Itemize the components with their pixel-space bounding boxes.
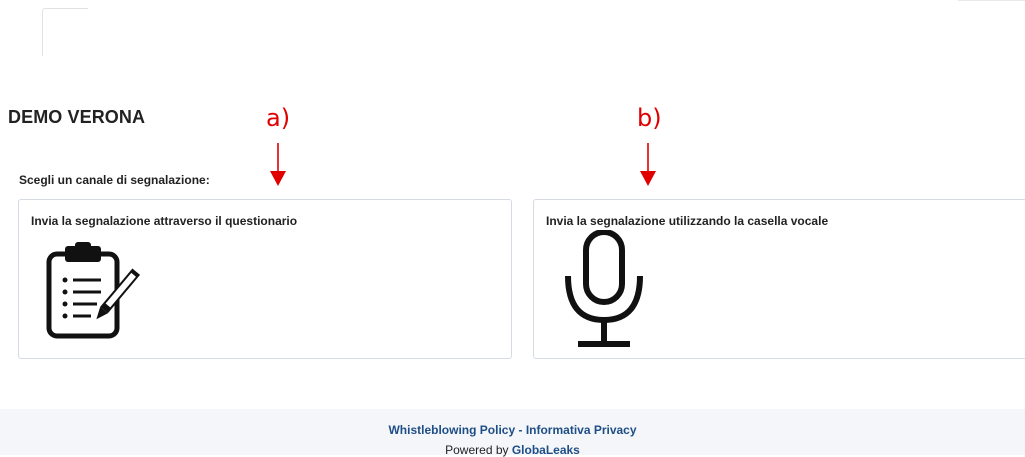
page-title: DEMO VERONA [8, 107, 146, 127]
annotation-label-b: b) [637, 104, 662, 132]
header-divider [958, 0, 1025, 1]
footer-separator: - [515, 423, 526, 437]
whistleblowing-policy-link[interactable]: Whistleblowing Policy [388, 423, 515, 437]
channel-card-title: Invia la segnalazione attraverso il ques… [31, 214, 298, 228]
annotation-label-a: a) [266, 104, 291, 132]
footer-links: Whistleblowing Policy - Informativa Priv… [0, 423, 1025, 437]
privacy-policy-link[interactable]: Informativa Privacy [526, 423, 637, 437]
footer: Whistleblowing Policy - Informativa Priv… [0, 409, 1025, 457]
annotation-arrow-a-icon [270, 143, 286, 186]
channel-select-label: Scegli un canale di segnalazione: [19, 173, 210, 187]
channel-card-voicemail[interactable]: Invia la segnalazione utilizzando la cas… [533, 199, 1025, 359]
clipboard-icon [46, 242, 141, 339]
logo-placeholder [42, 8, 88, 56]
channel-card-questionnaire[interactable]: Invia la segnalazione attraverso il ques… [18, 199, 512, 359]
channel-card-title: Invia la segnalazione utilizzando la cas… [546, 214, 829, 228]
annotation-arrow-b-icon [640, 143, 656, 186]
microphone-icon [565, 230, 643, 347]
